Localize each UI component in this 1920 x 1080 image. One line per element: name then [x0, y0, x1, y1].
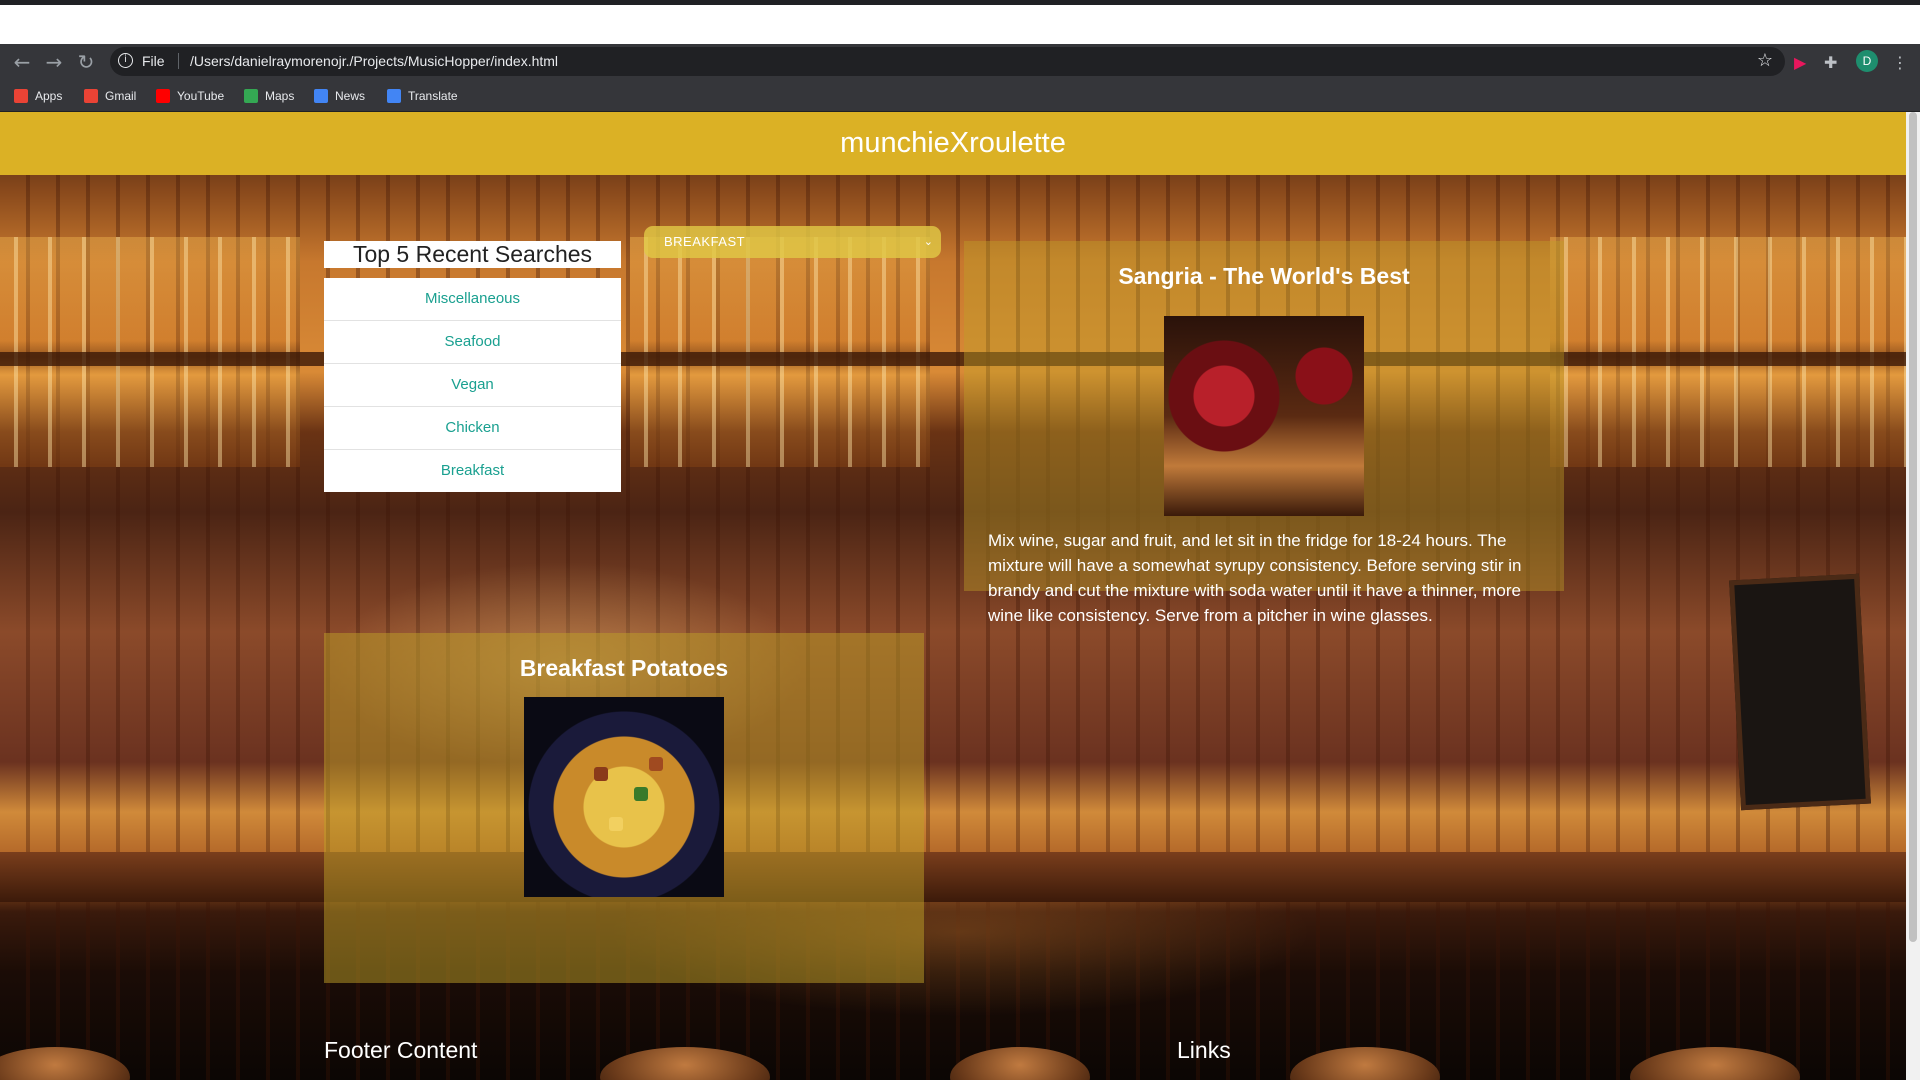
chevron-down-icon: ⌄: [923, 235, 933, 248]
profile-avatar[interactable]: D: [1856, 50, 1878, 72]
recent-searches-list: Miscellaneous Seafood Vegan Chicken Brea…: [324, 278, 621, 492]
extension-icon[interactable]: ▶: [1794, 53, 1806, 72]
food-card: Breakfast Potatoes: [324, 633, 924, 983]
recent-searches-panel: Top 5 Recent Searches Miscellaneous Seaf…: [324, 241, 621, 492]
bookmark-star-icon[interactable]: ☆: [1757, 50, 1773, 71]
browser-tab-strip: [0, 0, 1920, 44]
maps-icon: [244, 89, 258, 103]
reload-icon[interactable]: ↻: [74, 50, 98, 74]
drink-card: Sangria - The World's Best Mix wine, sug…: [964, 241, 1564, 625]
category-select[interactable]: BREAKFAST ⌄: [644, 226, 941, 258]
category-select-value: BREAKFAST: [664, 234, 746, 249]
brand-title[interactable]: munchieXroulette: [0, 112, 1906, 175]
apps-grid-icon: [14, 89, 28, 103]
shelf-divider: [0, 352, 1906, 366]
forward-arrow-icon[interactable]: →: [42, 50, 66, 74]
address-bar[interactable]: i File /Users/danielraymorenojr./Project…: [110, 47, 1785, 76]
bar-stool: [1630, 1047, 1800, 1080]
page-scrollbar[interactable]: [1906, 112, 1920, 1080]
youtube-icon: [156, 89, 170, 103]
bookmark-translate[interactable]: Translate: [387, 87, 458, 105]
top-navbar: munchieXroulette: [0, 112, 1906, 175]
translate-icon: [387, 89, 401, 103]
drink-image: [1164, 316, 1364, 516]
bar-stool: [0, 1047, 130, 1080]
bar-stool: [950, 1047, 1090, 1080]
back-arrow-icon[interactable]: ←: [10, 50, 34, 74]
recent-item-breakfast[interactable]: Breakfast: [324, 450, 621, 492]
recent-item-seafood[interactable]: Seafood: [324, 321, 621, 364]
drink-description: Mix wine, sugar and fruit, and let sit i…: [988, 531, 1522, 625]
browser-toolbar: ← → ↻ i File /Users/danielraymorenojr./P…: [0, 44, 1920, 79]
bookmark-youtube[interactable]: YouTube: [156, 87, 224, 105]
info-icon[interactable]: i: [118, 53, 133, 68]
footer-links-heading: Links: [1177, 1037, 1231, 1063]
gmail-icon: [84, 89, 98, 103]
bookmarks-bar: Apps Gmail YouTube Maps News Translate: [0, 79, 1920, 112]
bar-stool: [1290, 1047, 1440, 1080]
bar-stool: [600, 1047, 770, 1080]
puzzle-icon[interactable]: ✚: [1824, 53, 1837, 72]
food-image: [524, 697, 724, 897]
drink-title: Sangria - The World's Best: [1118, 263, 1410, 289]
food-title: Breakfast Potatoes: [519, 655, 729, 681]
recent-searches-title: Top 5 Recent Searches: [324, 241, 621, 268]
recent-item-vegan[interactable]: Vegan: [324, 364, 621, 407]
url-separator: [178, 53, 179, 69]
bookmark-news[interactable]: News: [314, 87, 365, 105]
recent-item-miscellaneous[interactable]: Miscellaneous: [324, 278, 621, 321]
scrollbar-thumb[interactable]: [1909, 112, 1917, 942]
bar-counter: [0, 852, 1906, 902]
url-scheme: File: [142, 53, 165, 69]
chalkboard-sign: [1729, 573, 1871, 811]
recent-item-chicken[interactable]: Chicken: [324, 407, 621, 450]
bookmark-apps[interactable]: Apps: [14, 87, 62, 105]
bookmark-maps[interactable]: Maps: [244, 87, 294, 105]
bookmark-gmail[interactable]: Gmail: [84, 87, 136, 105]
menu-dots-icon[interactable]: ⋮: [1892, 53, 1908, 72]
footer-content-heading: Footer Content: [324, 1037, 478, 1063]
url-text[interactable]: /Users/danielraymorenojr./Projects/Music…: [190, 53, 558, 69]
page-background: munchieXroulette Top 5 Recent Searches M…: [0, 112, 1906, 1080]
news-icon: [314, 89, 328, 103]
